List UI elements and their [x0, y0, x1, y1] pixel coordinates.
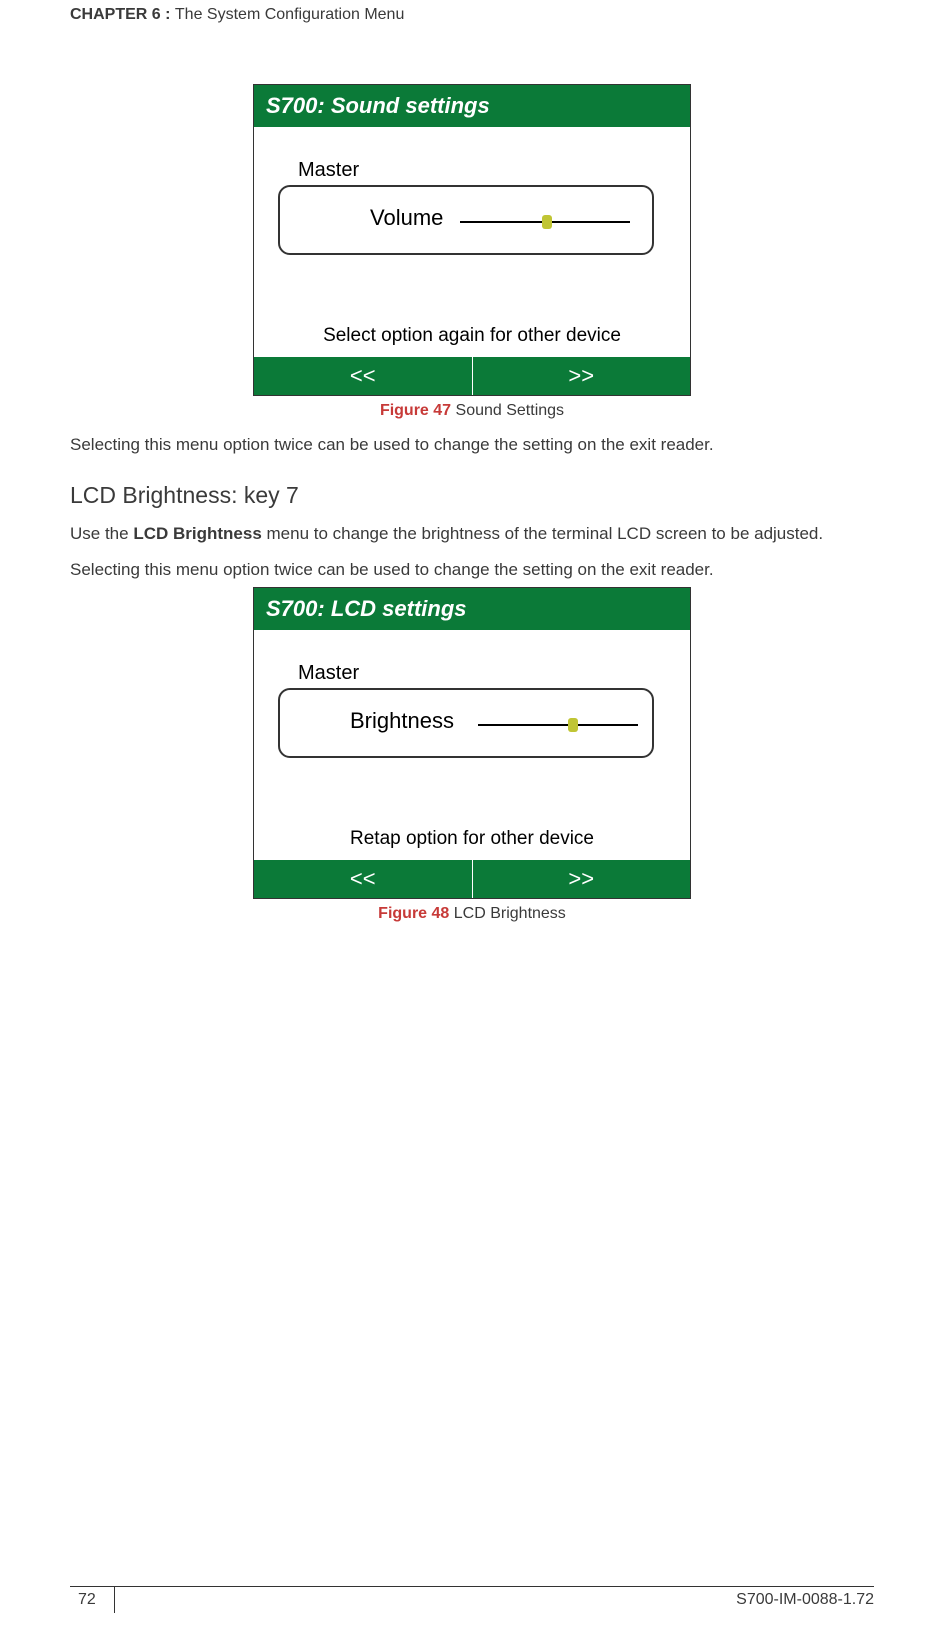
slider-thumb[interactable]	[542, 215, 552, 229]
caption-text: Sound Settings	[451, 402, 564, 419]
page-header: CHAPTER 6 : The System Configuration Men…	[70, 0, 874, 24]
caption-text: LCD Brightness	[449, 905, 566, 922]
paragraph: Selecting this menu option twice can be …	[70, 434, 874, 456]
hint-text: Retap option for other device	[254, 828, 690, 850]
window-body: Master Brightness Retap option for other…	[254, 630, 690, 860]
figure-48-caption: Figure 48 LCD Brightness	[70, 905, 874, 923]
caption-label: Figure 47	[380, 402, 451, 419]
slider-thumb[interactable]	[568, 718, 578, 732]
sound-settings-screenshot: S700: Sound settings Master Volume Selec…	[253, 84, 691, 396]
brightness-slider[interactable]	[478, 724, 638, 726]
volume-slider[interactable]	[460, 221, 630, 223]
window-title: S700: LCD settings	[254, 588, 690, 630]
window-body: Master Volume Select option again for ot…	[254, 127, 690, 357]
group-label: Master	[298, 662, 359, 685]
lcd-settings-screenshot: S700: LCD settings Master Brightness Ret…	[253, 587, 691, 899]
group-label: Master	[298, 159, 359, 182]
slider-label: Volume	[370, 205, 443, 231]
nav-row: << >>	[254, 860, 690, 898]
chapter-title: The System Configuration Menu	[175, 6, 404, 23]
paragraph: Selecting this menu option twice can be …	[70, 559, 874, 581]
prev-button[interactable]: <<	[254, 357, 473, 395]
caption-label: Figure 48	[378, 905, 449, 922]
next-button[interactable]: >>	[473, 357, 691, 395]
next-button[interactable]: >>	[473, 860, 691, 898]
paragraph: Use the LCD Brightness menu to change th…	[70, 523, 874, 545]
prev-button[interactable]: <<	[254, 860, 473, 898]
brightness-slider-container: Brightness	[278, 688, 654, 758]
figure-47-caption: Figure 47 Sound Settings	[70, 402, 874, 420]
chapter-label: CHAPTER 6 :	[70, 6, 175, 23]
volume-slider-container: Volume	[278, 185, 654, 255]
section-heading: LCD Brightness: key 7	[70, 482, 874, 509]
document-id: S700-IM-0088-1.72	[736, 1587, 874, 1613]
hint-text: Select option again for other device	[254, 325, 690, 347]
page-number: 72	[70, 1587, 115, 1613]
nav-row: << >>	[254, 357, 690, 395]
slider-label: Brightness	[350, 708, 454, 734]
window-title: S700: Sound settings	[254, 85, 690, 127]
page-footer: 72 S700-IM-0088-1.72	[0, 1586, 944, 1613]
